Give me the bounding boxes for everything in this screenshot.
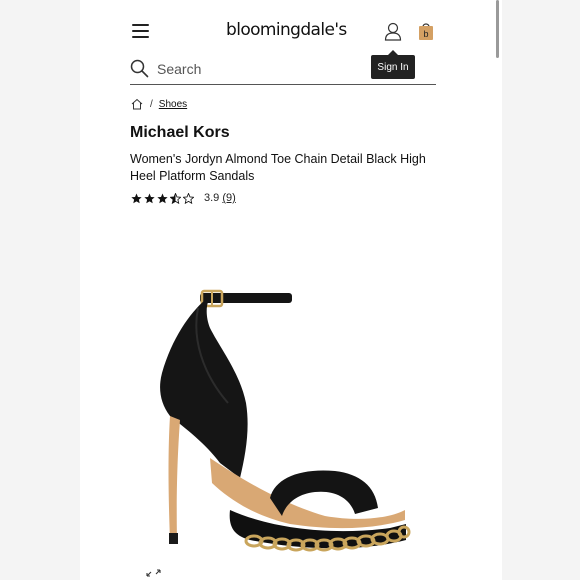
- breadcrumb: / Shoes: [131, 97, 187, 111]
- review-count-link[interactable]: (9): [222, 192, 235, 204]
- rating-stars: [131, 192, 196, 204]
- site-logo[interactable]: bloomingdale's: [226, 20, 347, 40]
- star-full-icon: [157, 192, 168, 203]
- hamburger-menu-icon[interactable]: [132, 24, 149, 38]
- search-icon[interactable]: [130, 59, 149, 78]
- user-account-icon[interactable]: [384, 22, 402, 41]
- product-title: Women's Jordyn Almond Toe Chain Detail B…: [130, 152, 426, 183]
- rating-value: 3.9: [204, 192, 220, 204]
- search-bar: [130, 56, 436, 85]
- black-platform-sandal-image[interactable]: [150, 278, 420, 568]
- site-header: bloomingdale's b Sign In: [80, 0, 502, 79]
- home-icon[interactable]: [131, 98, 143, 110]
- product-page: bloomingdale's b Sign In / Shoes Michael…: [80, 0, 502, 580]
- star-full-icon: [131, 192, 142, 203]
- star-empty-icon: [183, 192, 194, 204]
- breadcrumb-separator: /: [150, 98, 153, 110]
- shopping-bag-icon[interactable]: b: [418, 21, 434, 41]
- product-brand[interactable]: Michael Kors: [130, 124, 230, 142]
- breadcrumb-link-shoes[interactable]: Shoes: [159, 99, 187, 110]
- product-rating[interactable]: 3.9 (9): [131, 191, 236, 205]
- search-input[interactable]: [157, 59, 387, 79]
- star-half-icon: [170, 192, 181, 204]
- scrollbar[interactable]: [496, 0, 499, 58]
- expand-image-icon[interactable]: [146, 569, 161, 577]
- star-full-icon: [144, 192, 155, 203]
- bag-letter: b: [423, 29, 428, 39]
